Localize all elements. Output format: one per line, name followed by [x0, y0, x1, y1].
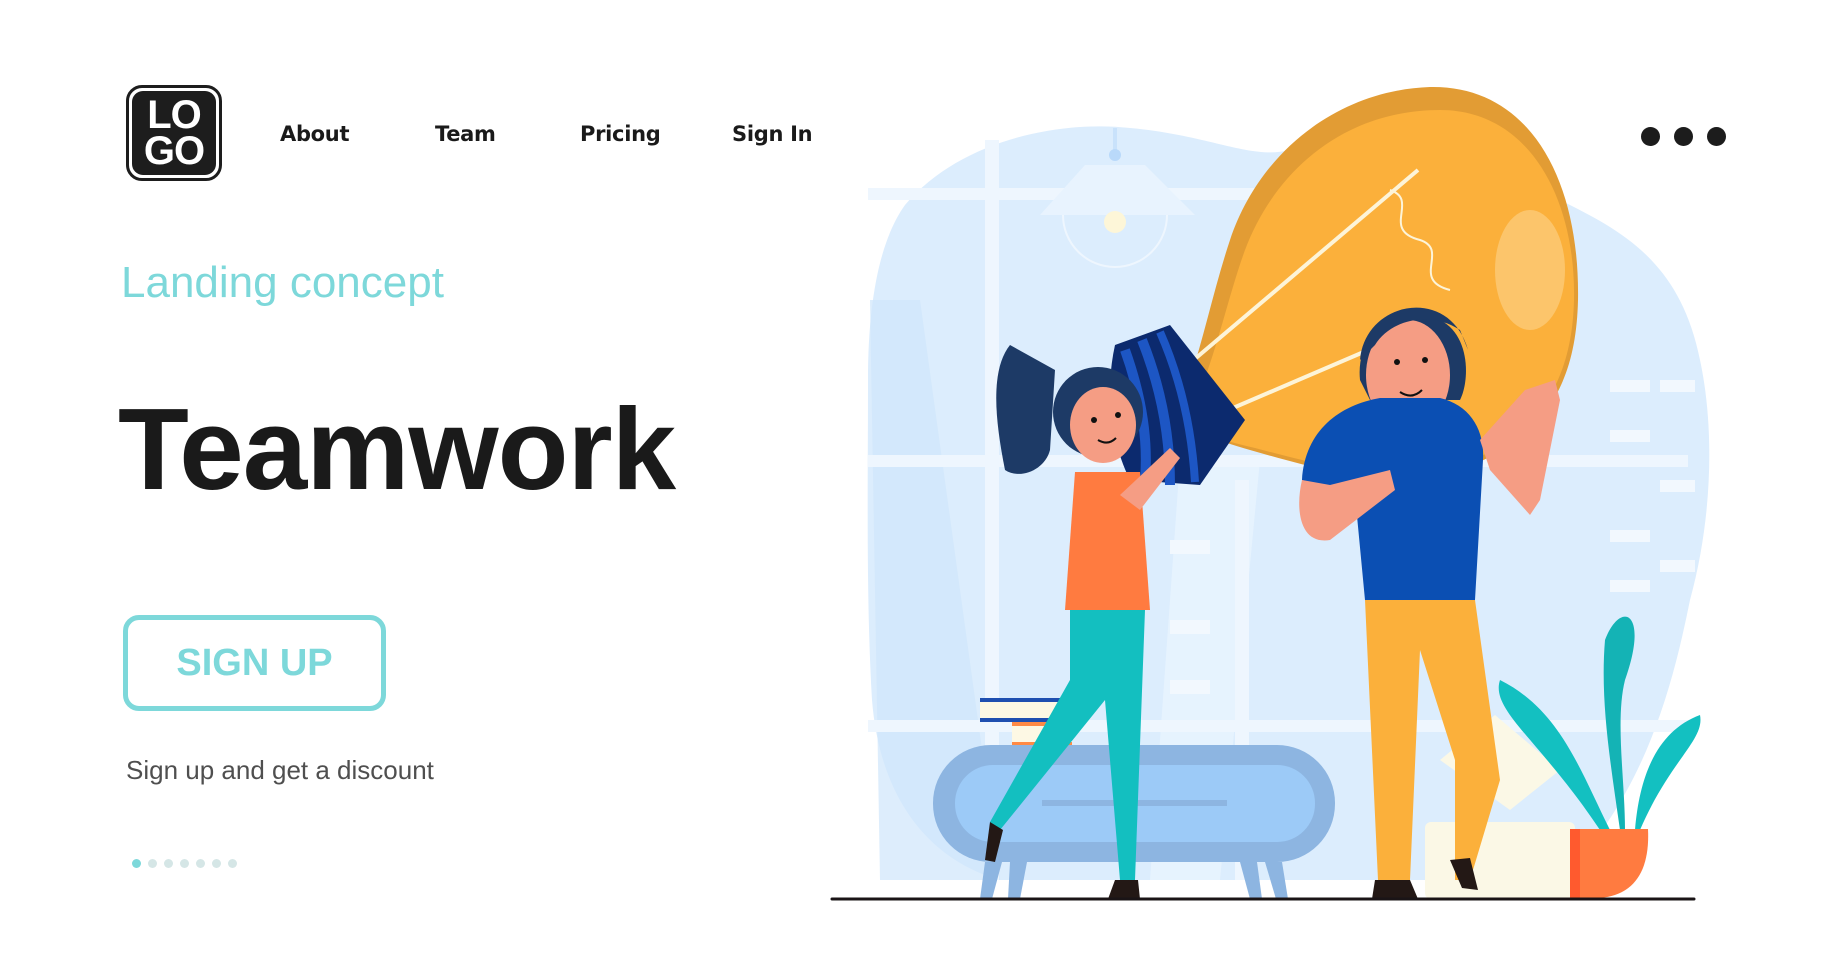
hero-illustration: [830, 86, 1710, 901]
